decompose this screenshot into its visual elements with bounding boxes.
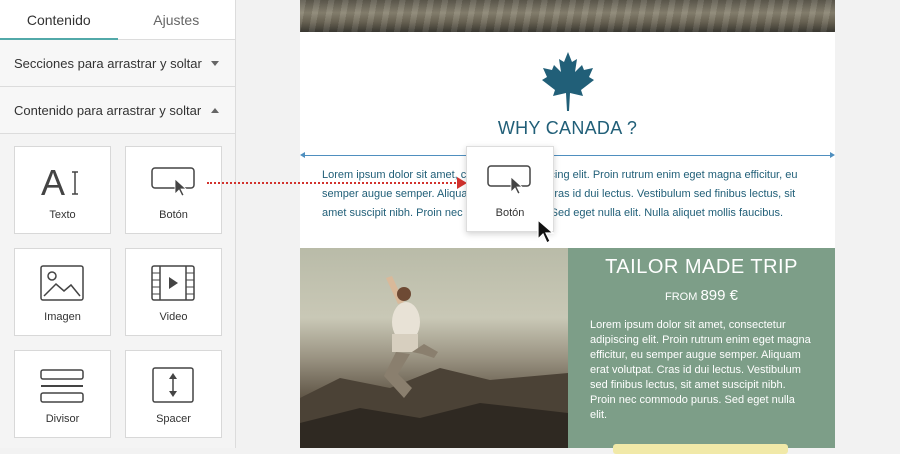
promo-cta-button[interactable] bbox=[613, 444, 788, 454]
sidebar: Contenido Ajustes Secciones para arrastr… bbox=[0, 0, 236, 448]
maple-leaf-icon bbox=[540, 50, 596, 117]
divider-icon bbox=[39, 365, 86, 407]
section-heading: WHY CANADA ? bbox=[497, 118, 638, 138]
block-label: Texto bbox=[49, 209, 76, 221]
content-blocks: A Texto Botón Imagen Video Divisor Space… bbox=[14, 146, 222, 438]
mouse-cursor-icon bbox=[536, 218, 556, 250]
promo-price-line: FROM 899 € bbox=[568, 287, 835, 304]
block-divisor[interactable]: Divisor bbox=[14, 350, 111, 438]
promo-body: Lorem ipsum dolor sit amet, consectetur … bbox=[590, 319, 811, 421]
ghost-label: Botón bbox=[495, 207, 525, 219]
block-label: Spacer bbox=[156, 413, 191, 425]
hero-image[interactable] bbox=[300, 0, 835, 32]
button-icon bbox=[150, 161, 197, 203]
sections-dropdown-label: Secciones para arrastrar y soltar bbox=[14, 55, 202, 71]
promo-title: TAILOR MADE TRIP bbox=[605, 256, 798, 278]
promo-photo[interactable] bbox=[300, 248, 568, 448]
promo-panel: TAILOR MADE TRIP FROM 899 € Lorem ipsum … bbox=[568, 248, 835, 454]
from-label: FROM bbox=[665, 291, 698, 303]
button-icon bbox=[487, 159, 533, 201]
block-label: Divisor bbox=[45, 413, 80, 425]
block-video[interactable]: Video bbox=[125, 248, 222, 336]
chevron-up-icon bbox=[211, 107, 219, 113]
sidebar-tabs: Contenido Ajustes bbox=[0, 0, 235, 40]
block-spacer[interactable]: Spacer bbox=[125, 350, 222, 438]
image-icon bbox=[39, 263, 86, 305]
svg-text:A: A bbox=[41, 164, 65, 200]
content-dropdown[interactable]: Contenido para arrastrar y soltar bbox=[0, 87, 235, 134]
video-icon bbox=[150, 263, 197, 305]
tab-ajustes[interactable]: Ajustes bbox=[118, 0, 236, 39]
block-boton[interactable]: Botón bbox=[125, 146, 222, 234]
block-label: Imagen bbox=[44, 311, 81, 323]
block-imagen[interactable]: Imagen bbox=[14, 248, 111, 336]
block-texto[interactable]: A Texto bbox=[14, 146, 111, 234]
promo-price: 899 € bbox=[700, 287, 738, 304]
sections-dropdown[interactable]: Secciones para arrastrar y soltar bbox=[0, 40, 235, 87]
body-paragraph[interactable]: Lorem ipsum dolor sit amet, consectetur … bbox=[322, 166, 817, 223]
email-canvas: WHY CANADA ? Lorem ipsum dolor sit amet,… bbox=[300, 0, 835, 454]
content-dropdown-label: Contenido para arrastrar y soltar bbox=[14, 102, 202, 118]
drag-path-line bbox=[207, 182, 460, 184]
chevron-down-icon bbox=[211, 60, 219, 66]
spacer-icon bbox=[151, 365, 197, 407]
block-label: Botón bbox=[159, 209, 188, 221]
block-label: Video bbox=[159, 311, 188, 323]
drop-indicator-line bbox=[300, 152, 835, 158]
text-icon: A bbox=[41, 161, 85, 203]
tab-contenido[interactable]: Contenido bbox=[0, 0, 118, 40]
